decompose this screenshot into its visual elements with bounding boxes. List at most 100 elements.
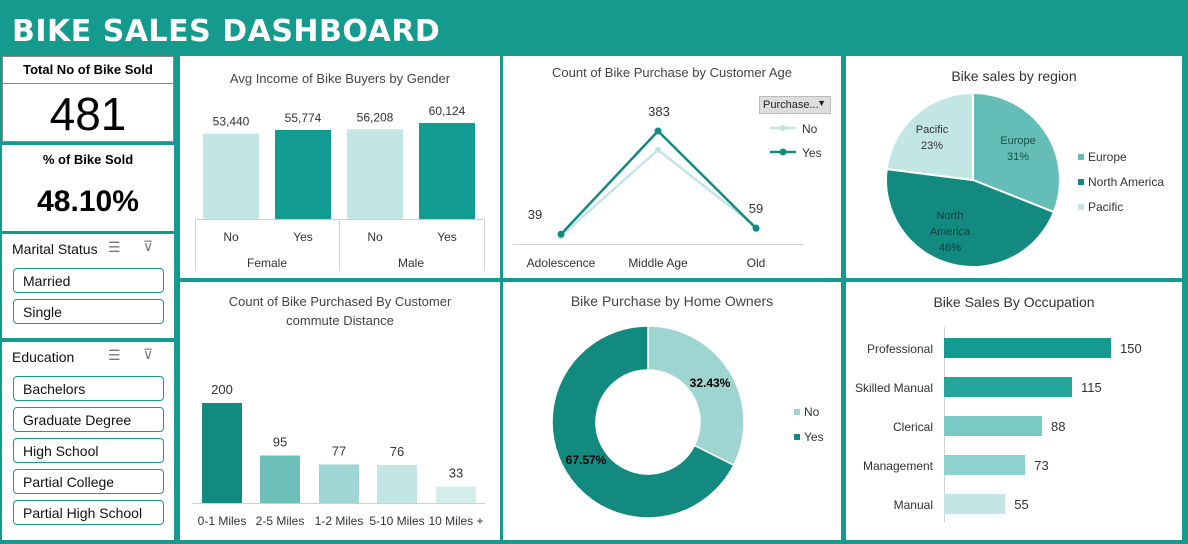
data-label: 33 [449, 466, 463, 481]
legend-label: North America [1088, 175, 1164, 189]
category-label: Old [747, 256, 766, 270]
category-label: Adolescence [527, 256, 596, 270]
slicer-item-married[interactable]: Married [13, 268, 164, 293]
bar [202, 403, 242, 503]
slice-label: Pacific [916, 124, 949, 136]
pie-slice [885, 91, 974, 182]
bar [944, 455, 1026, 475]
group-label: Male [398, 256, 424, 270]
category-label: No [223, 230, 239, 244]
category-label: Yes [437, 230, 457, 244]
data-label: 150 [1120, 341, 1142, 356]
category-label: 1-2 Miles [315, 514, 364, 528]
income-gender-chart: Avg Income of Bike Buyers by Gender 53,4… [180, 56, 500, 278]
total-sold-label: Total No of Bike Sold [3, 57, 173, 84]
commute-plot: 200 0-1 Miles 95 2-5 Miles 77 1-2 Miles 76 5-10… [192, 382, 485, 528]
data-label: 95 [273, 435, 287, 450]
age-chart: Count of Bike Purchase by Customer Age P… [503, 56, 841, 278]
data-label: 88 [1051, 419, 1065, 434]
region-chart: Bike sales by region Europe 31% North Ameri… [846, 56, 1182, 278]
clear-filter-icon[interactable]: ⊽ [143, 346, 153, 363]
category-label: Professional [867, 342, 933, 356]
multi-select-icon[interactable]: ☰ [108, 347, 121, 364]
slicer-item-partial-high-school[interactable]: Partial High School [13, 500, 164, 525]
home-owners-plot: 32.43% 67.57% No Yes [551, 325, 824, 519]
clear-filter-icon[interactable]: ⊽ [143, 238, 153, 255]
series-point-yes [557, 230, 565, 238]
data-label: 73 [1034, 458, 1048, 473]
slice-label: America [930, 226, 971, 238]
legend-label: No [804, 405, 820, 419]
legend-label: Pacific [1088, 200, 1123, 214]
category-label: Clerical [893, 420, 933, 434]
home-owners-chart: Bike Purchase by Home Owners 32.43% 67.57… [503, 282, 841, 540]
data-label: 59 [749, 201, 763, 216]
legend-marker [794, 409, 800, 415]
category-label: 2-5 Miles [256, 514, 305, 528]
bar [319, 464, 359, 503]
category-label: Middle Age [628, 256, 688, 270]
category-label: 0-1 Miles [198, 514, 247, 528]
bar [377, 465, 417, 503]
pct-sold-value: 48.10% [37, 185, 139, 218]
income-gender-plot: 53,440 No 55,774 Yes 56,208 No 60,124 Yes Female… [195, 104, 485, 271]
series-point-yes [654, 127, 662, 135]
legend-label: No [802, 122, 818, 136]
legend-marker-yes [779, 148, 787, 156]
bar [944, 494, 1006, 514]
occupation-plot: 150 Professional 115 Skilled Manual 88 Cleric… [855, 327, 1142, 522]
data-label: 60,124 [429, 104, 466, 118]
pct-sold-card: % of Bike Sold 48.10% [2, 145, 174, 231]
slicer-item-single[interactable]: Single [13, 299, 164, 324]
bar [275, 129, 331, 219]
slice-value: 31% [1007, 151, 1029, 163]
legend-label: Europe [1088, 150, 1127, 164]
legend-marker [1078, 154, 1084, 160]
bar [944, 377, 1073, 397]
education-slicer-title: Education [12, 349, 75, 365]
legend-label: Yes [802, 146, 822, 160]
legend-marker [1078, 204, 1084, 210]
data-label: 77 [332, 444, 346, 459]
legend-marker [1078, 179, 1084, 185]
group-label: Female [247, 256, 287, 270]
bar [944, 416, 1042, 436]
data-label: 115 [1081, 380, 1102, 395]
series-point-yes [752, 224, 760, 232]
data-label: 53,440 [213, 115, 250, 129]
series-point-no [655, 146, 661, 153]
donut-slice [647, 325, 745, 467]
slice-value: 46% [939, 242, 961, 254]
commute-chart: Count of Bike Purchased By Customer comm… [180, 282, 500, 540]
bar [944, 338, 1111, 358]
slicer-item-graduate-degree[interactable]: Graduate Degree [13, 407, 164, 432]
region-plot: Europe 31% North America 46% Pacific 23% Europe… [885, 91, 1164, 268]
legend-marker-no [780, 125, 786, 131]
total-sold-card: Total No of Bike Sold 481 [2, 56, 174, 142]
data-label: 383 [648, 104, 670, 119]
marital-slicer: Marital Status ☰ ⊽ Married Single [2, 234, 174, 338]
dashboard-title: BIKE SALES DASHBOARD [12, 14, 441, 49]
multi-select-icon[interactable]: ☰ [108, 239, 121, 256]
slicer-item-bachelors[interactable]: Bachelors [13, 376, 164, 401]
bar [436, 486, 476, 503]
slicer-item-high-school[interactable]: High School [13, 438, 164, 463]
category-label: Skilled Manual [855, 381, 933, 395]
series-line-yes [560, 129, 757, 236]
series-line-no [560, 148, 757, 238]
bar [260, 455, 300, 503]
data-label: 55 [1014, 497, 1028, 512]
slicer-item-partial-college[interactable]: Partial College [13, 469, 164, 494]
bar [203, 133, 259, 219]
data-label: 55,774 [285, 111, 322, 125]
data-label: 76 [390, 444, 404, 459]
age-plot: 39 383 59 Adolescence Middle Age Old No Yes [513, 104, 822, 270]
data-label: 200 [211, 382, 233, 397]
category-label: 5-10 Miles [369, 514, 424, 528]
data-label: 39 [528, 207, 542, 222]
occupation-chart: Bike Sales By Occupation 150 Professional… [846, 282, 1182, 540]
category-label: 10 Miles + [428, 514, 483, 528]
slice-label: Europe [1000, 135, 1035, 147]
category-label: Manual [894, 498, 933, 512]
slice-value: 23% [921, 140, 943, 152]
